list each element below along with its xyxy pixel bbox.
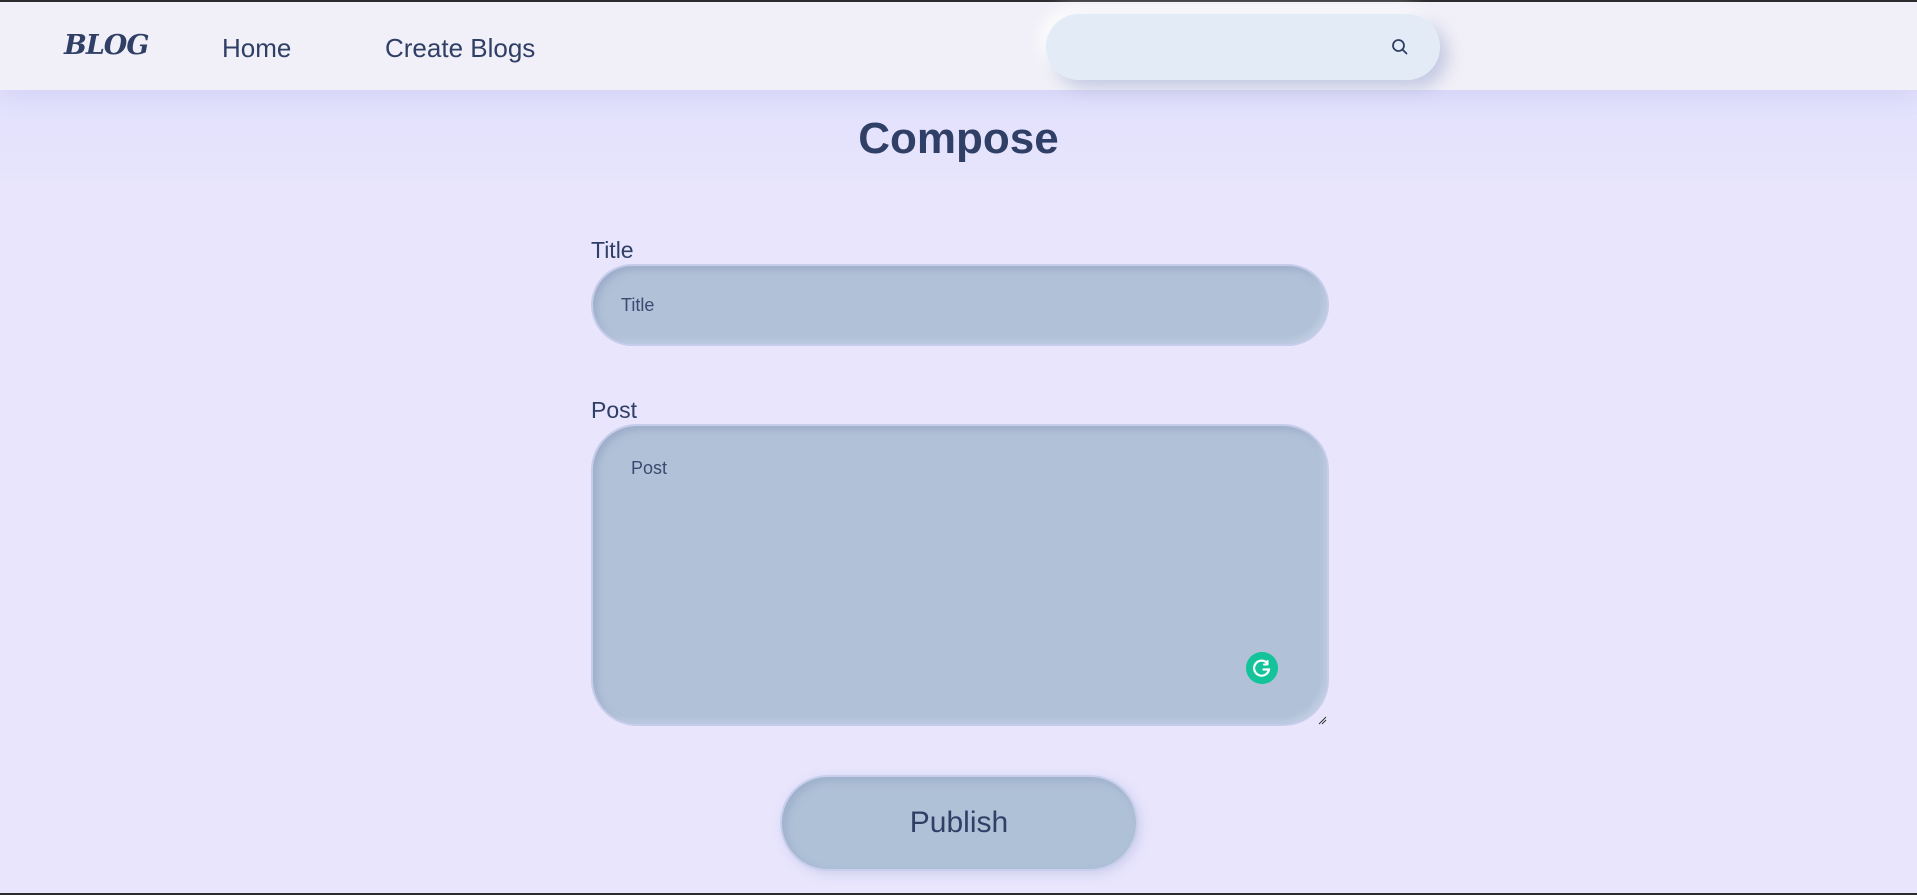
navbar: BLOG Home Create Blogs: [0, 2, 1917, 90]
title-label: Title: [591, 237, 634, 263]
post-textarea[interactable]: [591, 424, 1329, 726]
search-icon[interactable]: [1391, 38, 1409, 56]
grammarly-icon[interactable]: [1246, 652, 1278, 684]
search-box: [1046, 14, 1440, 80]
search-input[interactable]: [1068, 28, 1372, 68]
post-label: Post: [591, 397, 638, 423]
page-title: Compose: [858, 114, 1059, 163]
title-input[interactable]: [591, 264, 1329, 346]
logo[interactable]: BLOG: [64, 30, 149, 61]
nav-link-create-blogs[interactable]: Create Blogs: [385, 33, 535, 64]
publish-button[interactable]: Publish: [780, 775, 1138, 871]
resize-handle-icon[interactable]: [1317, 715, 1327, 725]
nav-link-home[interactable]: Home: [222, 33, 291, 64]
